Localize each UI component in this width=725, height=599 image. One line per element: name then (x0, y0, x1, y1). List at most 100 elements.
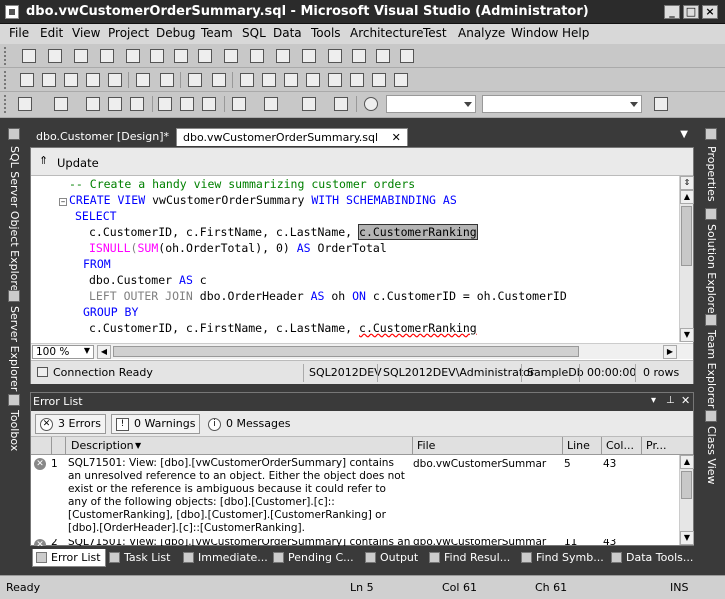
decrease-indent-icon[interactable] (136, 73, 150, 87)
menu-project[interactable]: Project (108, 26, 149, 40)
scroll-down-button[interactable]: ▼ (680, 328, 694, 342)
next-bookmark-icon[interactable] (284, 73, 298, 87)
display-object-member-list-icon[interactable] (20, 73, 34, 87)
update-button[interactable]: Update (57, 156, 99, 170)
previous-bookmark-in-document-icon[interactable] (350, 73, 364, 87)
properties-tab[interactable]: Properties (705, 146, 718, 202)
close-button[interactable]: × (702, 5, 718, 19)
window-position-chevron-icon[interactable]: ▾ (651, 395, 656, 406)
column-project[interactable]: Pr... (646, 439, 666, 452)
menu-debug[interactable]: Debug (156, 26, 195, 40)
vertical-scroll-thumb[interactable] (681, 471, 692, 499)
tab-immediate[interactable]: Immediate... (180, 549, 272, 567)
add-item-icon[interactable] (54, 97, 68, 111)
menu-team[interactable]: Team (201, 26, 233, 40)
paste-icon[interactable] (202, 97, 216, 111)
scroll-left-button[interactable]: ◀ (97, 345, 111, 359)
show-sql-pane-icon[interactable] (328, 49, 342, 63)
column-file[interactable]: File (417, 439, 435, 452)
vertical-scroll-thumb[interactable] (681, 206, 692, 266)
next-bookmark-in-document-icon[interactable] (372, 73, 386, 87)
team-explorer-tab[interactable]: Team Explorer (705, 330, 718, 408)
tab-error-list[interactable]: Error List (32, 549, 106, 567)
show-criteria-pane-icon[interactable] (302, 49, 316, 63)
error-list-vertical-scrollbar[interactable]: ▲ ▼ (679, 455, 694, 545)
navigate-forward-icon[interactable] (334, 97, 348, 111)
tab-task-list[interactable]: Task List (106, 549, 174, 567)
editor-vertical-scrollbar[interactable]: ⇕ ▲ ▼ (679, 176, 694, 342)
redo-icon[interactable] (264, 97, 278, 111)
zoom-select[interactable]: 100 % ▼ (32, 345, 94, 359)
tab-pending-changes[interactable]: Pending C... (270, 549, 358, 567)
add-related-icon[interactable] (224, 49, 238, 63)
menu-edit[interactable]: Edit (40, 26, 63, 40)
menu-tools[interactable]: Tools (311, 26, 341, 40)
add-table-icon[interactable] (198, 49, 212, 63)
toolbar-grip[interactable] (4, 95, 7, 113)
menu-test[interactable]: Test (423, 26, 447, 40)
scroll-up-button[interactable]: ▲ (680, 455, 694, 469)
warnings-filter-button[interactable]: ! 0 Warnings (111, 414, 201, 434)
relationships-icon[interactable] (48, 49, 62, 63)
cut-icon[interactable] (158, 97, 172, 111)
menu-analyze[interactable]: Analyze (458, 26, 505, 40)
messages-filter-button[interactable]: i 0 Messages (203, 414, 295, 434)
new-project-icon[interactable] (18, 97, 32, 111)
previous-bookmark-icon[interactable] (262, 73, 276, 87)
check-constraints-icon[interactable] (126, 49, 140, 63)
column-col[interactable]: Col... (606, 439, 634, 452)
refresh-icon[interactable] (174, 49, 188, 63)
table-row[interactable]: ✕ 1 SQL71501: View: [dbo].[vwCustomerOrd… (31, 455, 679, 537)
comment-icon[interactable] (188, 73, 202, 87)
clear-bookmarks-icon[interactable] (394, 73, 408, 87)
show-diagram-pane-icon[interactable] (276, 49, 290, 63)
scroll-right-button[interactable]: ▶ (663, 345, 677, 359)
column-line[interactable]: Line (567, 439, 590, 452)
menu-architecture[interactable]: Architecture (350, 26, 423, 40)
show-results-pane-icon[interactable] (352, 49, 366, 63)
save-icon[interactable] (108, 97, 122, 111)
solution-configurations-select[interactable] (386, 95, 476, 113)
parameter-info-icon[interactable] (42, 73, 56, 87)
sql-server-object-explorer-tab[interactable]: SQL Server Object Explorer (8, 146, 21, 296)
horizontal-scroll-thumb[interactable] (113, 346, 579, 357)
column-description[interactable]: Description (71, 439, 134, 452)
previous-bookmark-in-folder-icon[interactable] (306, 73, 320, 87)
table-designer-icon[interactable] (22, 49, 36, 63)
word-completion-icon[interactable] (86, 73, 100, 87)
maximize-button[interactable]: □ (683, 5, 699, 19)
menu-sql[interactable]: SQL (242, 26, 266, 40)
close-tab-icon[interactable]: ✕ (392, 131, 401, 144)
toolbar-grip[interactable] (4, 71, 7, 89)
close-panel-icon[interactable]: ✕ (681, 394, 690, 407)
find-in-files-icon[interactable] (654, 97, 668, 111)
navigate-backward-icon[interactable] (302, 97, 316, 111)
tab-find-symbol[interactable]: Find Symb... (518, 549, 608, 567)
start-debugging-icon[interactable] (364, 97, 378, 111)
quick-info-icon[interactable] (108, 73, 122, 87)
copy-icon[interactable] (180, 97, 194, 111)
toggle-bookmark-icon[interactable] (240, 73, 254, 87)
menu-help[interactable]: Help (562, 26, 589, 40)
scroll-down-button[interactable]: ▼ (680, 531, 694, 545)
uncomment-icon[interactable] (212, 73, 226, 87)
toolbox-tab[interactable]: Toolbox (8, 410, 21, 451)
solution-platforms-select[interactable] (482, 95, 642, 113)
toolbar-grip[interactable] (4, 47, 7, 65)
menu-file[interactable]: File (9, 26, 29, 40)
primary-key-icon[interactable] (74, 49, 88, 63)
tab-find-results[interactable]: Find Resul... (426, 549, 514, 567)
split-icon[interactable]: ⇕ (680, 176, 694, 190)
tab-output[interactable]: Output (362, 549, 422, 567)
save-all-icon[interactable] (130, 97, 144, 111)
minimize-button[interactable]: _ (664, 5, 680, 19)
increase-indent-icon[interactable] (160, 73, 174, 87)
tab-data-tools[interactable]: Data Tools... (608, 549, 697, 567)
tab-overflow-chevron-icon[interactable]: ▼ (680, 129, 688, 140)
open-file-icon[interactable] (86, 97, 100, 111)
code-editor[interactable]: -- Create a handy view summarizing custo… (31, 176, 679, 342)
menu-window[interactable]: Window (511, 26, 558, 40)
indexes-icon[interactable] (100, 49, 114, 63)
menu-data[interactable]: Data (273, 26, 302, 40)
undo-icon[interactable] (232, 97, 246, 111)
